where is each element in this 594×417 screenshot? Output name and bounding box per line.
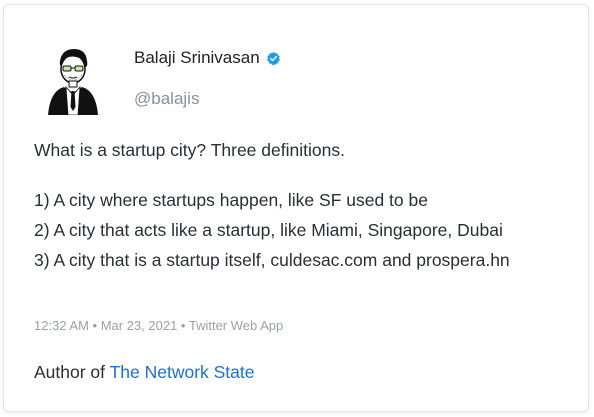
verified-badge-icon bbox=[266, 51, 281, 66]
author-handle[interactable]: @balajis bbox=[134, 89, 199, 109]
list-item: 1) A city where startups happen, like SF… bbox=[34, 190, 428, 210]
list-item: 3) A city that is a startup itself, culd… bbox=[34, 250, 510, 270]
author-name[interactable]: Balaji Srinivasan bbox=[134, 48, 260, 68]
caption-prefix: Author of bbox=[34, 362, 106, 382]
tweet-intro: What is a startup city? Three definition… bbox=[34, 140, 345, 160]
network-state-link[interactable]: The Network State bbox=[110, 362, 255, 382]
list-item: 2) A city that acts like a startup, like… bbox=[34, 220, 503, 240]
tweet-timestamp[interactable]: 12:32 AM • Mar 23, 2021 • Twitter Web Ap… bbox=[34, 318, 283, 333]
caption: Author of The Network State bbox=[34, 362, 255, 383]
author-name-row: Balaji Srinivasan bbox=[134, 48, 281, 68]
tweet-definitions-list: 1) A city where startups happen, like SF… bbox=[34, 189, 510, 279]
avatar-illustration-icon bbox=[48, 49, 98, 116]
avatar[interactable] bbox=[42, 45, 104, 116]
tweet-card: Balaji Srinivasan @balajis What is a sta… bbox=[3, 4, 589, 412]
